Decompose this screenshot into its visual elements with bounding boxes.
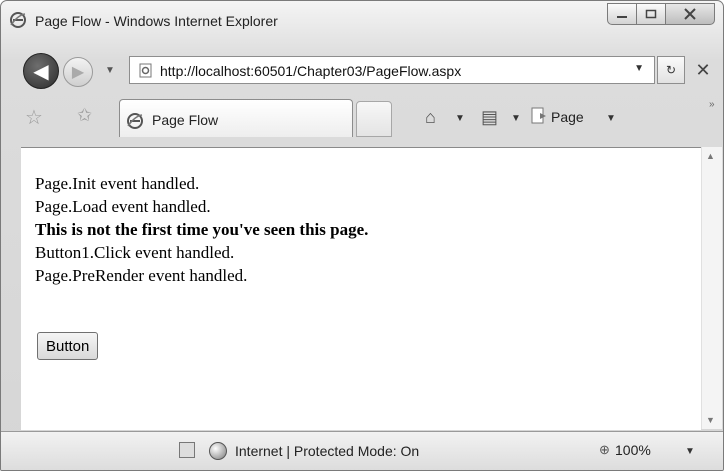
address-dropdown-icon[interactable]: ▼ [634,63,644,74]
title-bar: Page Flow - Windows Internet Explorer [1,1,723,39]
refresh-icon: ↻ [665,63,677,77]
log-line: Page.Load event handled. [35,197,211,216]
more-tools-chevron-icon[interactable]: » [709,99,715,110]
navigation-bar: ◀ ▶ ▼ http://localhost:60501/Chapter03/P… [1,49,723,93]
stop-button[interactable]: ✕ [689,56,717,84]
status-bar: Internet | Protected Mode: On ⊕ 100% ▼ [1,431,723,470]
minimize-icon [617,16,627,18]
forward-button[interactable]: ▶ [63,57,93,87]
scroll-up-icon[interactable]: ▲ [706,151,715,161]
recent-pages-dropdown-icon[interactable]: ▼ [105,65,115,76]
print-dropdown-icon[interactable]: ▼ [511,113,521,124]
favorites-star-icon[interactable]: ☆ [25,105,43,130]
back-button[interactable]: ◀ [23,53,59,89]
close-button[interactable] [665,3,715,25]
security-zone-status[interactable]: Internet | Protected Mode: On [235,443,419,459]
page-menu-icon [531,107,546,124]
page-menu-button[interactable]: Page [551,109,584,125]
tab-row: ☆ ✩ Page Flow ⌂ ▼ ▤ ▼ Page ▼ » [1,95,723,141]
refresh-button[interactable]: ↻ [657,56,685,84]
log-line: Button1.Click event handled. [35,243,235,262]
home-icon[interactable]: ⌂ [425,107,436,128]
tab-label: Page Flow [152,112,219,128]
log-line: Page.PreRender event handled. [35,266,248,285]
event-log: Page.Init event handled. Page.Load event… [35,172,368,287]
globe-icon [209,442,227,460]
zoom-dropdown-icon[interactable]: ▼ [685,446,695,457]
page-menu-dropdown-icon[interactable]: ▼ [606,113,616,124]
maximize-icon [645,9,657,19]
zoom-icon: ⊕ [599,442,610,457]
zone-icon [179,442,195,458]
page-button[interactable]: Button [37,332,99,360]
tab-page-flow[interactable]: Page Flow [119,99,353,137]
log-line: Page.Init event handled. [35,174,200,193]
home-dropdown-icon[interactable]: ▼ [455,113,465,124]
back-arrow-icon: ◀ [33,60,49,83]
zoom-level[interactable]: 100% [615,442,651,458]
address-url[interactable]: http://localhost:60501/Chapter03/PageFlo… [160,63,461,79]
maximize-button[interactable] [636,3,666,25]
stop-icon: ✕ [695,59,711,80]
window-controls [607,3,715,25]
page-icon [139,63,152,78]
new-tab-button[interactable] [356,101,392,137]
browser-window: Page Flow - Windows Internet Explorer ◀ … [0,0,724,471]
log-line-bold: This is not the first time you've seen t… [35,220,369,239]
page-content: Page.Init event handled. Page.Load event… [21,147,701,430]
print-icon[interactable]: ▤ [481,107,498,128]
window-title: Page Flow - Windows Internet Explorer [35,13,278,29]
address-bar[interactable]: http://localhost:60501/Chapter03/PageFlo… [129,56,655,84]
ie-logo-icon [10,12,26,28]
add-favorites-icon[interactable]: ✩ [77,105,92,126]
scroll-down-icon[interactable]: ▼ [706,415,715,425]
minimize-button[interactable] [607,3,637,25]
vertical-scrollbar[interactable]: ▲ ▼ [701,147,722,429]
forward-arrow-icon: ▶ [71,64,85,81]
ie-page-icon [127,113,143,129]
close-icon [684,8,696,20]
